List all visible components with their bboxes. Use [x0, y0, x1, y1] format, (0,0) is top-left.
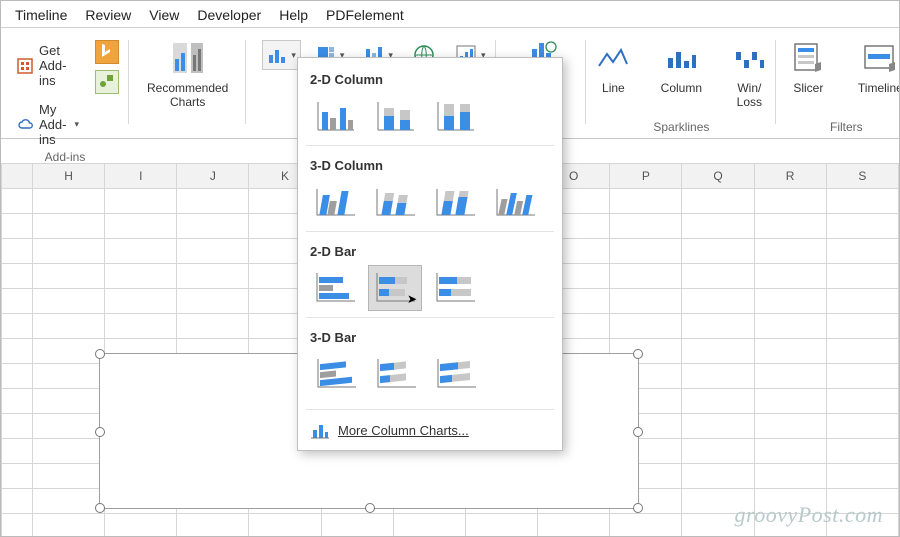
dd-heading-3d-column: 3-D Column: [306, 150, 554, 179]
3d-stacked-column-option[interactable]: [368, 179, 422, 225]
dd-heading-2d-column: 2-D Column: [306, 64, 554, 93]
3d-clustered-bar-option[interactable]: [308, 351, 362, 397]
slicer-label: Slicer: [793, 81, 823, 95]
chevron-down-icon: ▾: [74, 119, 79, 130]
3d-clustered-column-option[interactable]: [308, 179, 362, 225]
group-title-sparklines: Sparklines: [653, 120, 709, 136]
sparkline-winloss-icon: [733, 38, 765, 78]
timeline-label: Timeline: [858, 81, 900, 95]
menu-review[interactable]: Review: [85, 7, 131, 23]
more-column-charts-label: More Column Charts...: [338, 423, 469, 438]
sparkline-column-button[interactable]: Column: [648, 34, 714, 113]
sparkline-line-button[interactable]: Line: [582, 34, 644, 113]
sparkline-winloss-label: Win/ Loss: [737, 81, 762, 109]
recommended-charts-icon: [169, 38, 207, 78]
resize-handle[interactable]: [365, 503, 375, 513]
get-addins-label: Get Add-ins: [39, 43, 79, 88]
bing-icon[interactable]: [95, 40, 119, 64]
column-chart-icon: [267, 45, 287, 65]
resize-handle[interactable]: [95, 503, 105, 513]
recommended-charts-label: RecommendedCharts: [147, 81, 228, 109]
group-sparklines: Line Column Win/ Loss Sparklines: [586, 28, 776, 138]
3d-100-stacked-column-option[interactable]: [428, 179, 482, 225]
menu-developer[interactable]: Developer: [197, 7, 261, 23]
dd-heading-2d-bar: 2-D Bar: [306, 236, 554, 265]
column-chart-icon: [310, 420, 330, 440]
chevron-down-icon: ▾: [291, 50, 296, 61]
menu-pdfelement[interactable]: PDFelement: [326, 7, 404, 23]
get-addins-button[interactable]: Get Add-ins: [11, 40, 85, 91]
col-header[interactable]: H: [33, 164, 105, 189]
col-header[interactable]: I: [105, 164, 177, 189]
resize-handle[interactable]: [633, 503, 643, 513]
sparkline-column-icon: [665, 38, 697, 78]
stacked-bar-option[interactable]: ➤: [368, 265, 422, 311]
col-header[interactable]: Q: [682, 164, 754, 189]
slicer-button[interactable]: Slicer: [776, 34, 840, 99]
group-recommended-charts: RecommendedCharts: [129, 28, 246, 138]
timeline-icon: [863, 38, 897, 78]
menu-help[interactable]: Help: [279, 7, 308, 23]
resize-handle[interactable]: [95, 349, 105, 359]
store-icon: [17, 58, 33, 74]
menubar: Timeline Review View Developer Help PDFe…: [1, 1, 899, 28]
3d-100-stacked-bar-option[interactable]: [428, 351, 482, 397]
sparkline-line-icon: [597, 38, 629, 78]
recommended-charts-button[interactable]: RecommendedCharts: [139, 34, 236, 113]
col-header[interactable]: S: [826, 164, 898, 189]
visio-icon[interactable]: [95, 70, 119, 94]
menu-view[interactable]: View: [149, 7, 179, 23]
column-chart-dropdown: 2-D Column 3-D Column: [297, 57, 563, 451]
slicer-icon: [793, 38, 823, 78]
sparkline-winloss-button[interactable]: Win/ Loss: [718, 34, 780, 113]
100-stacked-column-option[interactable]: [428, 93, 482, 139]
group-addins: Get Add-ins My Add-ins ▾: [1, 28, 129, 138]
group-title-filters: Filters: [830, 120, 863, 136]
stacked-column-option[interactable]: [368, 93, 422, 139]
col-header[interactable]: R: [754, 164, 826, 189]
col-header[interactable]: P: [610, 164, 682, 189]
resize-handle[interactable]: [95, 427, 105, 437]
group-filters: Slicer Timeline Filters: [776, 28, 900, 138]
menu-timeline[interactable]: Timeline: [15, 7, 67, 23]
3d-stacked-bar-option[interactable]: [368, 351, 422, 397]
sparkline-line-label: Line: [602, 81, 625, 95]
100-stacked-bar-option[interactable]: [428, 265, 482, 311]
clustered-column-option[interactable]: [308, 93, 362, 139]
sparkline-column-label: Column: [661, 81, 702, 95]
more-column-charts-button[interactable]: More Column Charts...: [306, 412, 554, 442]
dd-heading-3d-bar: 3-D Bar: [306, 322, 554, 351]
col-header[interactable]: J: [177, 164, 249, 189]
clustered-bar-option[interactable]: [308, 265, 362, 311]
insert-column-chart-button[interactable]: ▾: [262, 40, 301, 70]
resize-handle[interactable]: [633, 349, 643, 359]
timeline-button[interactable]: Timeline: [844, 34, 900, 99]
resize-handle[interactable]: [633, 427, 643, 437]
3d-column-option[interactable]: [488, 179, 542, 225]
cloud-icon: [17, 117, 33, 133]
cursor-icon: ➤: [407, 292, 417, 306]
